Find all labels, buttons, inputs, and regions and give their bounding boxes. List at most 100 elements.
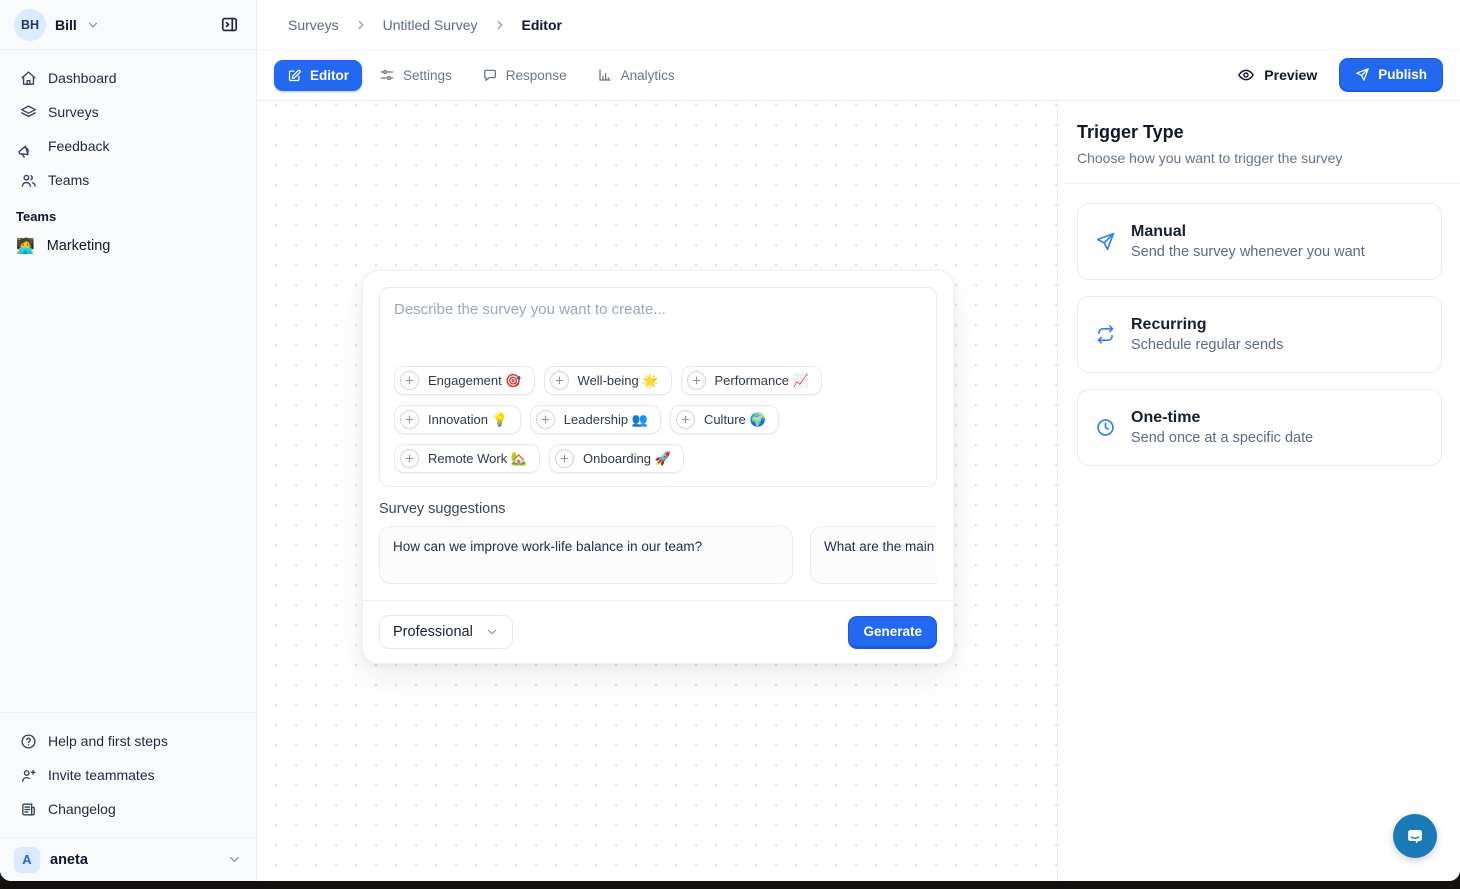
chip-label: Performance 📈 bbox=[715, 373, 809, 389]
survey-suggestions: Survey suggestions How can we improve wo… bbox=[363, 487, 953, 586]
sidebar-item-team-marketing[interactable]: 🧑‍💻 Marketing bbox=[0, 229, 256, 263]
trigger-option-one-time[interactable]: One-time Send once at a specific date bbox=[1077, 389, 1442, 466]
bar-chart-icon bbox=[597, 67, 613, 83]
sidebar-item-feedback[interactable]: Feedback bbox=[10, 130, 246, 162]
topic-chip-onboarding[interactable]: Onboarding 🚀 bbox=[549, 444, 684, 473]
tab-label: Editor bbox=[310, 68, 349, 83]
chip-label: Innovation 💡 bbox=[428, 412, 508, 428]
home-icon bbox=[19, 70, 37, 87]
sidebar-item-label: Changelog bbox=[48, 801, 116, 817]
trigger-text: One-time Send once at a specific date bbox=[1131, 409, 1313, 446]
breadcrumb: Surveys Untitled Survey Editor bbox=[257, 0, 1460, 50]
paper-plane-icon bbox=[1355, 67, 1370, 82]
sidebar-item-changelog[interactable]: Changelog bbox=[10, 793, 246, 825]
chevron-right-icon bbox=[493, 18, 507, 32]
breadcrumb-current: Editor bbox=[522, 17, 562, 33]
sidebar-collapse-button[interactable] bbox=[214, 10, 244, 40]
sliders-icon bbox=[379, 67, 395, 83]
content-area: Engagement 🎯 Well-being 🌟 Performance 📈 bbox=[257, 101, 1460, 881]
publish-label: Publish bbox=[1378, 67, 1427, 82]
breadcrumb-untitled-survey[interactable]: Untitled Survey bbox=[383, 17, 478, 33]
workspace-switcher[interactable]: BH Bill bbox=[0, 0, 256, 50]
toolbar-actions: Preview Publish bbox=[1237, 58, 1443, 92]
plus-icon bbox=[687, 371, 706, 390]
topic-chip-leadership[interactable]: Leadership 👥 bbox=[530, 405, 661, 434]
team-label: Marketing bbox=[47, 238, 111, 254]
panel-header: Trigger Type Choose how you want to trig… bbox=[1058, 101, 1460, 183]
sidebar-footer-nav: Help and first steps Invite teammates Ch… bbox=[0, 712, 256, 837]
composer-footer: Professional Generate bbox=[363, 600, 953, 663]
layers-icon bbox=[19, 104, 37, 121]
plus-icon bbox=[400, 449, 419, 468]
trigger-options: Manual Send the survey whenever you want… bbox=[1058, 184, 1460, 466]
trigger-text: Recurring Schedule regular sends bbox=[1131, 316, 1283, 353]
trigger-description: Send once at a specific date bbox=[1131, 430, 1313, 446]
trigger-description: Send the survey whenever you want bbox=[1131, 244, 1365, 260]
user-menu[interactable]: A aneta bbox=[0, 837, 256, 881]
sidebar-item-label: Help and first steps bbox=[48, 733, 168, 749]
sidebar-item-surveys[interactable]: Surveys bbox=[10, 96, 246, 128]
users-icon bbox=[19, 172, 37, 189]
tab-settings[interactable]: Settings bbox=[366, 59, 465, 91]
survey-composer-card: Engagement 🎯 Well-being 🌟 Performance 📈 bbox=[362, 270, 954, 664]
preview-button[interactable]: Preview bbox=[1237, 66, 1317, 84]
paper-plane-icon bbox=[1094, 231, 1116, 252]
topic-chip-remote-work[interactable]: Remote Work 🏡 bbox=[394, 444, 540, 473]
sidebar-nav: Dashboard Surveys Feedback Teams bbox=[0, 50, 256, 196]
generate-button[interactable]: Generate bbox=[848, 616, 937, 649]
chat-widget-button[interactable] bbox=[1393, 814, 1437, 858]
trigger-title: Manual bbox=[1131, 223, 1365, 241]
chevron-down-icon bbox=[227, 852, 242, 867]
tab-label: Settings bbox=[403, 68, 452, 83]
user-plus-icon bbox=[19, 767, 37, 784]
trigger-description: Schedule regular sends bbox=[1131, 337, 1283, 353]
tab-label: Analytics bbox=[621, 68, 675, 83]
suggestions-label: Survey suggestions bbox=[379, 501, 937, 517]
topic-chip-culture[interactable]: Culture 🌍 bbox=[670, 405, 779, 434]
topic-chip-performance[interactable]: Performance 📈 bbox=[681, 366, 822, 395]
sidebar-item-label: Invite teammates bbox=[48, 767, 155, 783]
topic-chip-engagement[interactable]: Engagement 🎯 bbox=[394, 366, 535, 395]
chat-smile-icon bbox=[1404, 825, 1426, 847]
chevron-right-icon bbox=[354, 18, 368, 32]
chip-label: Onboarding 🚀 bbox=[583, 451, 671, 467]
suggestion-card[interactable]: What are the main ob bbox=[810, 526, 937, 584]
tab-analytics[interactable]: Analytics bbox=[584, 59, 688, 91]
topic-chip-wellbeing[interactable]: Well-being 🌟 bbox=[544, 366, 672, 395]
sidebar-item-help[interactable]: Help and first steps bbox=[10, 725, 246, 757]
clock-icon bbox=[1094, 417, 1116, 438]
breadcrumb-surveys[interactable]: Surveys bbox=[288, 17, 339, 33]
trigger-type-panel: Trigger Type Choose how you want to trig… bbox=[1057, 101, 1460, 881]
chevron-down-icon bbox=[485, 625, 499, 639]
trigger-option-manual[interactable]: Manual Send the survey whenever you want bbox=[1077, 203, 1442, 280]
sidebar-item-invite[interactable]: Invite teammates bbox=[10, 759, 246, 791]
sidebar-item-label: Feedback bbox=[48, 138, 109, 154]
chip-label: Engagement 🎯 bbox=[428, 373, 522, 389]
plus-icon bbox=[550, 371, 569, 390]
tab-editor[interactable]: Editor bbox=[274, 60, 362, 91]
sidebar-spacer bbox=[0, 263, 256, 712]
suggestion-card[interactable]: How can we improve work-life balance in … bbox=[379, 526, 793, 584]
plus-icon bbox=[555, 449, 574, 468]
trigger-option-recurring[interactable]: Recurring Schedule regular sends bbox=[1077, 296, 1442, 373]
trigger-text: Manual Send the survey whenever you want bbox=[1131, 223, 1365, 260]
tone-select[interactable]: Professional bbox=[379, 615, 513, 649]
tab-response[interactable]: Response bbox=[469, 59, 580, 91]
chat-bubble-icon bbox=[482, 67, 498, 83]
prompt-box: Engagement 🎯 Well-being 🌟 Performance 📈 bbox=[379, 287, 937, 487]
suggestions-row: How can we improve work-life balance in … bbox=[379, 526, 937, 584]
sidebar-item-label: Surveys bbox=[48, 104, 99, 120]
workspace-avatar: BH bbox=[14, 9, 46, 41]
publish-button[interactable]: Publish bbox=[1339, 58, 1443, 92]
newspaper-icon bbox=[19, 801, 37, 818]
panel-subtitle: Choose how you want to trigger the surve… bbox=[1077, 150, 1436, 166]
sidebar-item-teams[interactable]: Teams bbox=[10, 164, 246, 196]
tab-label: Response bbox=[506, 68, 567, 83]
sidebar-item-dashboard[interactable]: Dashboard bbox=[10, 62, 246, 94]
survey-prompt-input[interactable] bbox=[394, 301, 922, 366]
main-area: Surveys Untitled Survey Editor Editor bbox=[257, 0, 1460, 881]
teams-section-label: Teams bbox=[0, 196, 256, 229]
topic-chip-innovation[interactable]: Innovation 💡 bbox=[394, 405, 521, 434]
tone-select-value: Professional bbox=[393, 624, 473, 640]
editor-canvas[interactable]: Engagement 🎯 Well-being 🌟 Performance 📈 bbox=[257, 101, 1057, 881]
